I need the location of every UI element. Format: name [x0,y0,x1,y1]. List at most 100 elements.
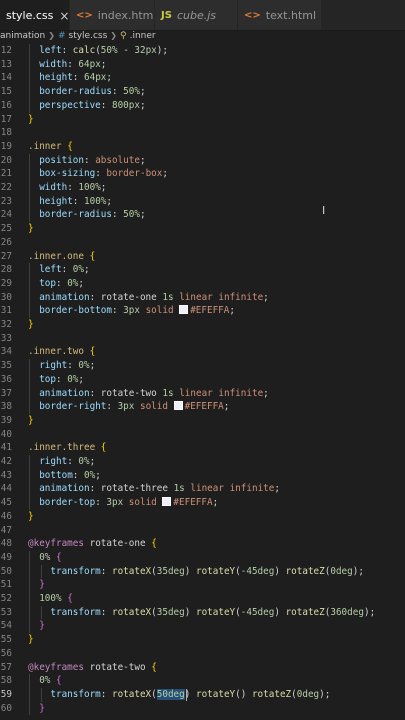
color-swatch[interactable] [162,496,172,506]
code-line[interactable]: 16 perspective: 800px; [0,99,405,113]
code-token: border-bottom [39,305,112,317]
code-line[interactable]: 30 animation: rotate-one 1s linear infin… [0,291,405,305]
code-line[interactable]: 22 width: 100%; [0,181,405,195]
code-token: infinite [218,387,264,399]
code-line[interactable]: 28 left: 0%; [0,263,405,277]
code-line[interactable]: 53 transform: rotateX(35deg) rotateY(-45… [0,606,405,620]
color-swatch[interactable] [179,304,189,314]
line-number: 49 [0,551,12,563]
tab-index-html[interactable]: <> index.html [70,0,155,30]
line-number: 33 [0,332,12,344]
code-line[interactable]: 37 animation: rotate-two 1s linear infin… [0,387,405,401]
code-token: .inner.one [28,250,84,262]
code-token: : [89,291,101,303]
code-line[interactable]: 42 right: 0%; [0,455,405,469]
code-line[interactable]: 60 } [0,702,405,716]
code-token: ; [100,182,107,193]
code-line[interactable]: 56 [0,647,405,661]
close-icon[interactable]: × [53,9,69,23]
code-line[interactable]: 26 [0,236,405,250]
code-line[interactable]: 54 } [0,619,405,633]
breadcrumb-selector[interactable]: .inner [130,31,156,41]
code-line[interactable]: 17} [0,113,405,127]
code-line[interactable]: 31 border-bottom: 3px solid #EFEFFA; [0,304,405,318]
code-line[interactable]: 57 @keyframes rotate-two { [0,661,405,675]
code-line[interactable]: 41 .inner.three { [0,441,405,455]
code-line[interactable]: 46} [0,510,405,524]
code-line[interactable]: 27 .inner.one { [0,250,405,264]
code-line[interactable]: 25} [0,222,405,236]
code-line[interactable]: 40 [0,428,405,442]
code-line[interactable]: 29 top: 0%; [0,277,405,291]
code-line[interactable]: 13 width: 64px; [0,58,405,72]
code-text: top: 0%; [28,277,84,291]
code-line[interactable]: 52 100% { [0,592,405,606]
code-token: border-radius [39,86,112,98]
code-token: { [56,551,62,563]
breadcrumb-folder[interactable]: animation [0,31,45,41]
color-swatch[interactable] [173,400,183,410]
code-token: 3px [123,305,140,317]
code-token: : [100,99,112,111]
line-number: 24 [0,209,12,221]
code-token: box-sizing [39,168,96,180]
line-number: 50 [0,565,12,577]
code-line[interactable]: 14 height: 64px; [0,71,405,85]
code-line[interactable]: 33 [0,332,405,346]
code-line[interactable]: 36 top: 0%; [0,373,405,387]
tab-style-css[interactable]: #style.css× [0,0,70,30]
code-line[interactable]: 19 .inner { [0,140,405,154]
code-line[interactable]: 24 border-radius: 50%; [0,208,405,222]
code-token: : [95,497,107,509]
code-token: ( [151,688,157,700]
code-line[interactable]: 49 0% { [0,551,405,565]
code-line[interactable]: 59 transform: rotateX(50deg) rotateY() r… [0,688,405,702]
code-text: @keyframes rotate-two { [28,661,157,675]
code-line[interactable]: 21 box-sizing: border-box; [0,167,405,181]
code-line[interactable]: 45 border-top: 3px solid #EFEFFA; [0,496,405,510]
line-number: 54 [0,620,12,632]
code-token: linear [179,291,213,303]
code-line[interactable]: 43 bottom: 0%; [0,469,405,483]
code-line[interactable]: 18 [0,126,405,140]
code-token: ; [212,497,219,509]
code-line[interactable]: 20 position: absolute; [0,154,405,168]
line-number: 27 [0,250,12,262]
code-text: animation: rotate-two 1s linear infinite… [28,387,269,401]
code-token: 50deg [156,688,185,700]
indent-guide [41,605,42,620]
unsaved-dot-icon[interactable]: ● [316,11,321,21]
code-token: top [39,373,56,385]
code-line[interactable]: 58 0% { [0,674,405,688]
code-text: border-radius: 50%; [28,85,146,99]
code-line[interactable]: 50 transform: rotateX(35deg) rotateY(-45… [0,565,405,579]
breadcrumb-file[interactable]: style.css [69,31,108,41]
code-text: height: 100%; [28,195,112,209]
code-line[interactable]: 32} [0,318,405,332]
code-line[interactable]: 47 [0,524,405,538]
code-line[interactable]: 44 animation: rotate-three 1s linear inf… [0,482,405,496]
code-token: animation [39,291,90,303]
code-token: solid [145,305,174,317]
code-token: .inner.two [28,346,84,358]
code-editor[interactable]: 12 left: calc(50% - 32px); 13 width: 64px… [0,44,405,720]
tab-text-html[interactable]: <> text.html● [238,0,322,30]
code-line[interactable]: 39} [0,414,405,428]
code-line[interactable]: 12 left: calc(50% - 32px); [0,44,405,58]
code-token: ; [139,86,146,98]
code-line[interactable]: 34 .inner.two { [0,345,405,359]
code-line[interactable]: 51 } [0,578,405,592]
code-token: transform [50,688,101,700]
code-token: ; [106,195,112,207]
tab-cube-js[interactable]: JS cube.js [155,0,238,30]
code-token: : [83,154,96,166]
code-line[interactable]: 55} [0,633,405,647]
code-line[interactable]: 35 right: 0%; [0,359,405,373]
code-line[interactable]: 38 border-right: 3px solid #EFEFFA; [0,400,405,414]
code-line[interactable]: 15 border-radius: 50%; [0,85,405,99]
code-text: } [28,578,45,592]
indent-guide [29,44,30,113]
code-token: linear [190,483,224,495]
code-line[interactable]: 48 @keyframes rotate-one { [0,537,405,551]
code-line[interactable]: 23 height: 100%; [0,195,405,209]
